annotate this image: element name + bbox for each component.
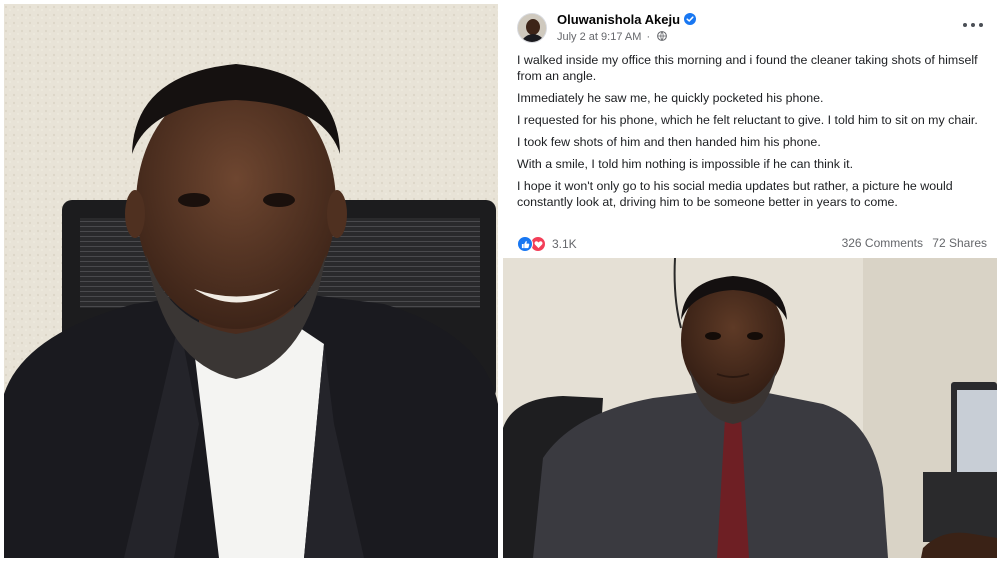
verified-badge-icon <box>684 13 697 25</box>
post-meta: July 2 at 9:17 AM · <box>557 31 668 43</box>
post-author[interactable]: Oluwanishola Akeju <box>557 12 697 27</box>
globe-icon <box>657 31 668 41</box>
reaction-count[interactable]: 3.1K <box>552 237 577 251</box>
author-name[interactable]: Oluwanishola Akeju <box>557 12 680 27</box>
post-stats: 326 Comments 72 Shares <box>836 236 987 250</box>
post-footer: 3.1K 326 Comments 72 Shares <box>517 236 987 254</box>
post-paragraph: I hope it won't only go to his social me… <box>517 179 953 209</box>
facebook-post: Oluwanishola Akeju July 2 at 9:17 AM · I… <box>503 4 997 257</box>
left-portrait-photo <box>4 4 498 558</box>
post-timestamp[interactable]: July 2 at 9:17 AM <box>557 31 641 43</box>
cleaner-illustration <box>503 258 997 558</box>
avatar[interactable] <box>517 13 547 43</box>
meta-separator: · <box>646 31 651 43</box>
post-header: Oluwanishola Akeju July 2 at 9:17 AM · <box>503 4 997 50</box>
portrait-illustration <box>4 4 498 558</box>
post-paragraph: I requested for his phone, which he felt… <box>517 113 978 127</box>
avatar-image <box>518 14 546 42</box>
post-text: I walked inside my office this morning a… <box>517 52 987 216</box>
more-options-icon[interactable] <box>963 18 983 32</box>
shares-count[interactable]: 72 Shares <box>932 236 987 250</box>
post-paragraph: I walked inside my office this morning a… <box>517 53 978 83</box>
post-paragraph: With a smile, I told him nothing is impo… <box>517 157 854 171</box>
like-icon <box>517 236 533 252</box>
post-paragraph: I took few shots of him and then handed … <box>517 135 821 149</box>
reactions-summary[interactable]: 3.1K <box>517 236 577 252</box>
comments-count[interactable]: 326 Comments <box>842 236 923 250</box>
cleaner-portrait-photo <box>503 258 997 558</box>
post-paragraph: Immediately he saw me, he quickly pocket… <box>517 91 824 105</box>
